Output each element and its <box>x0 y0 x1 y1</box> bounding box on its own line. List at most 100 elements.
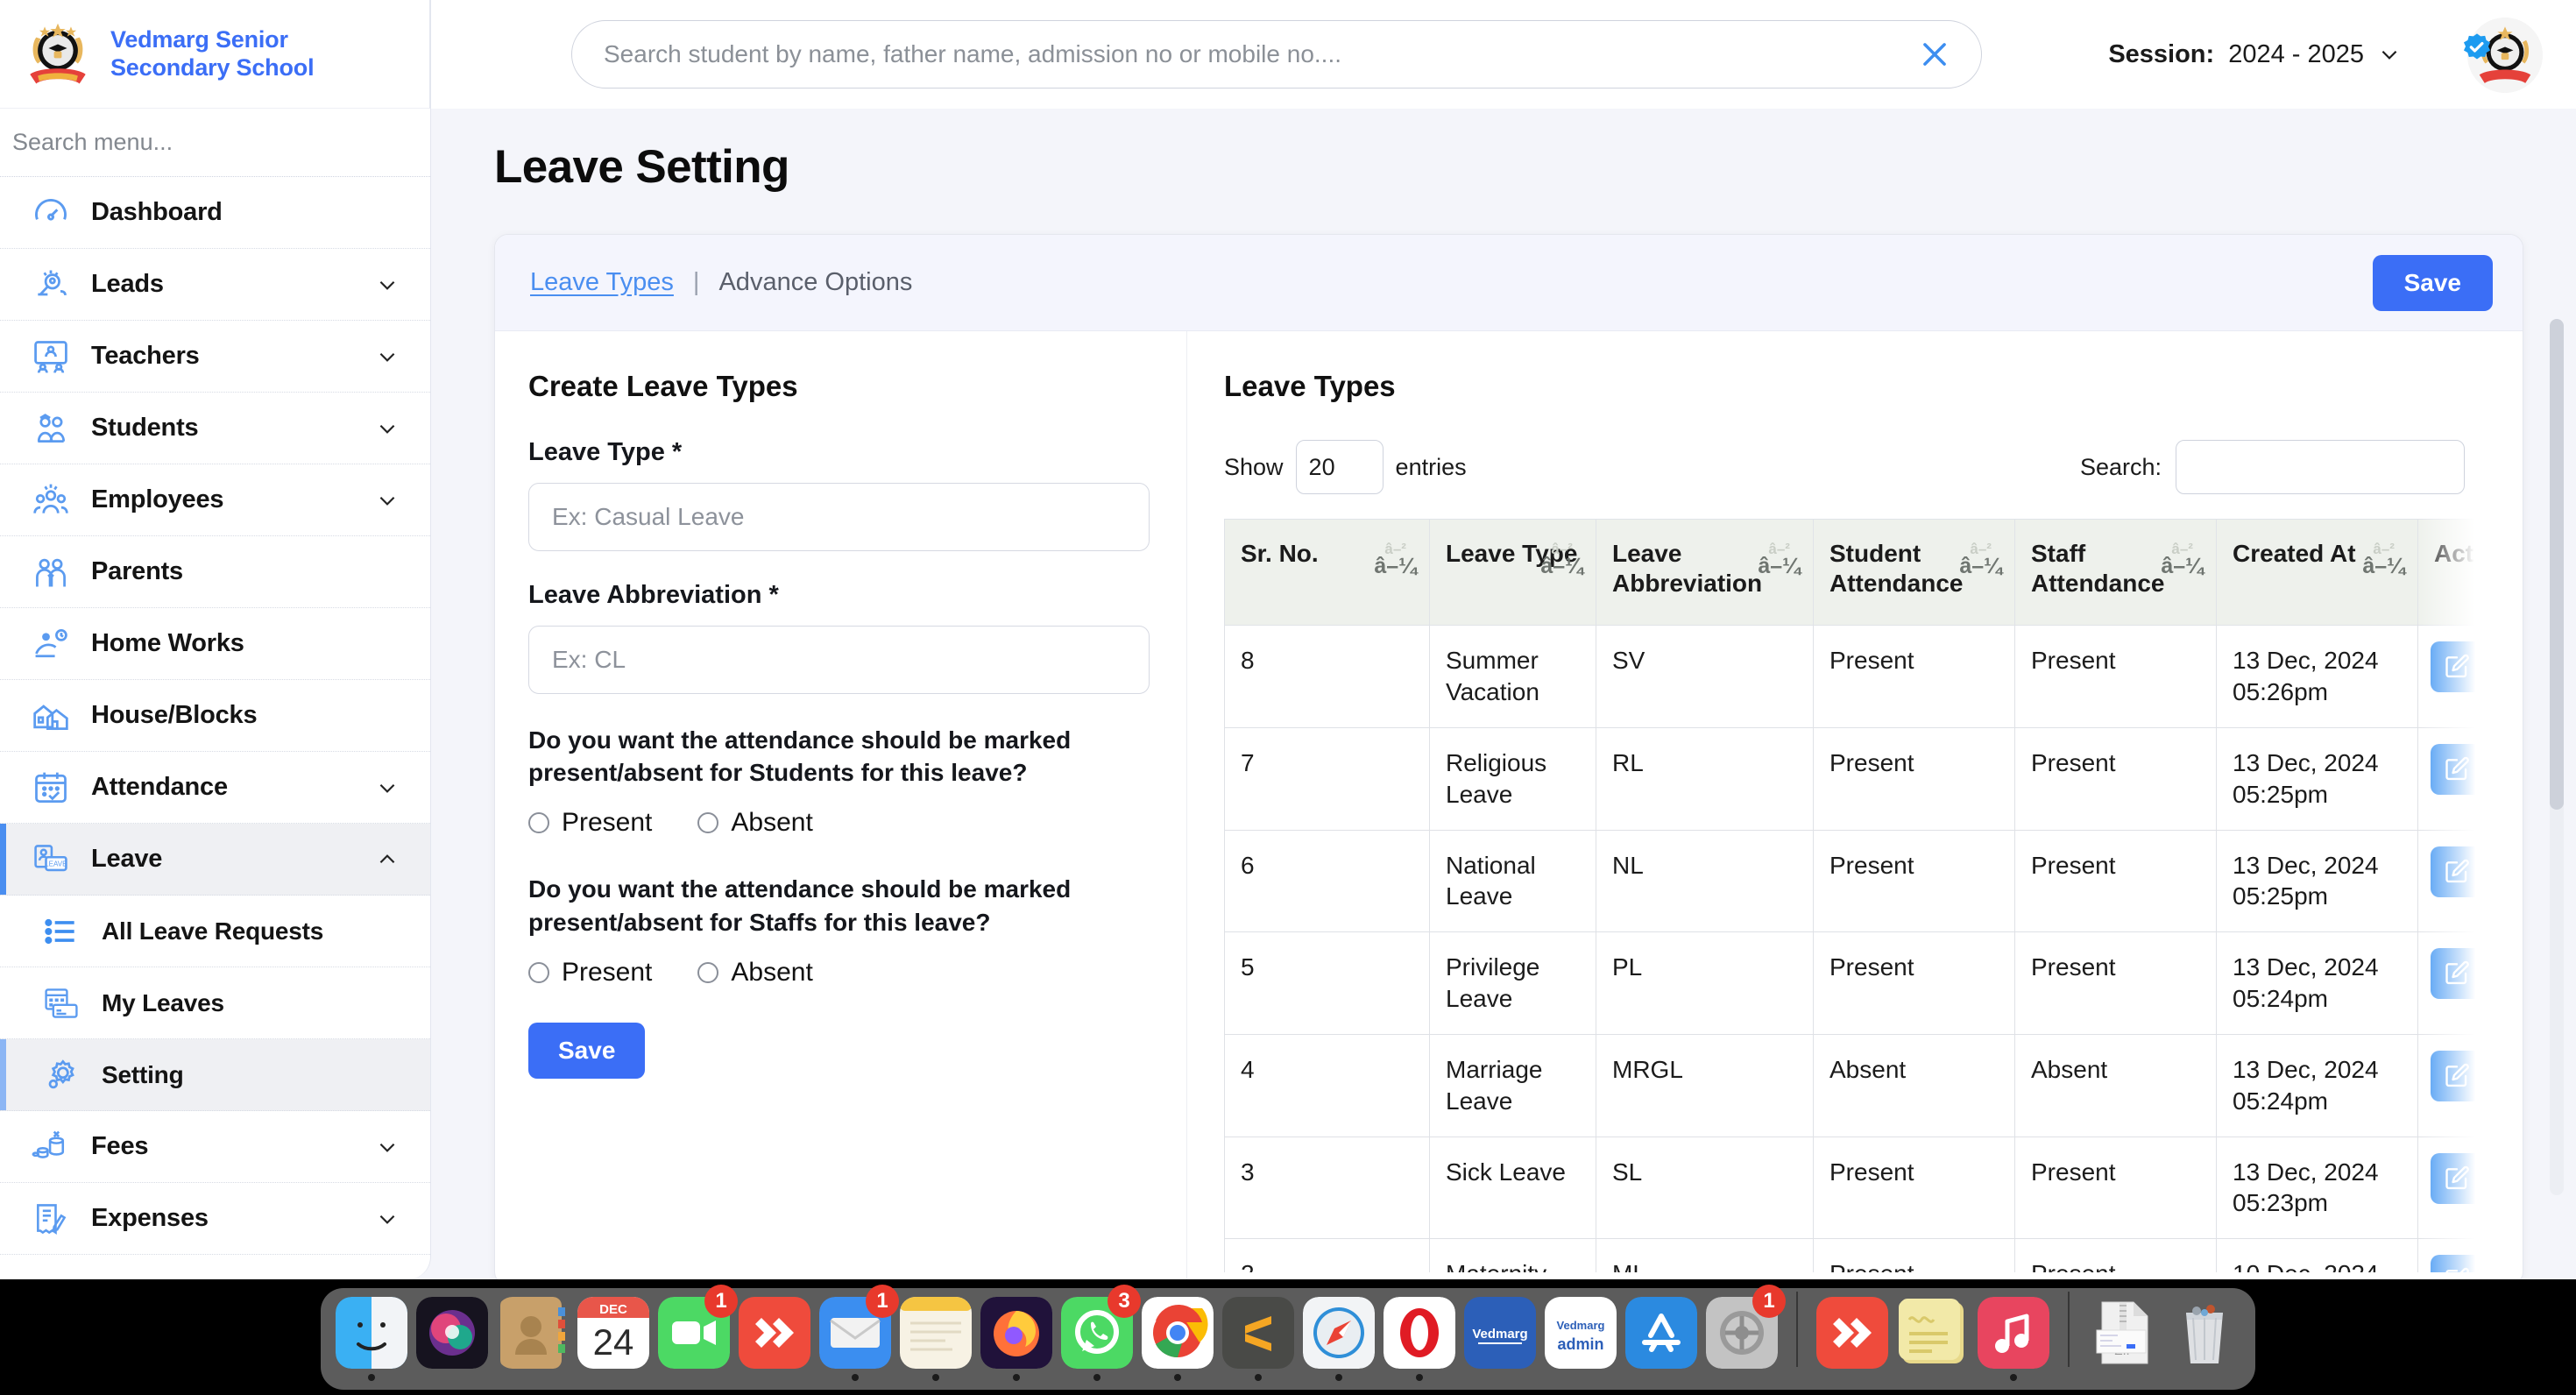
page-scrollbar[interactable] <box>2550 319 2564 1195</box>
column-header-created-at[interactable]: Created At â–² â–¼ <box>2217 520 2418 626</box>
chevron-down-icon[interactable] <box>376 1207 399 1230</box>
dock-item-music[interactable] <box>1977 1290 2050 1381</box>
dock-item-finder[interactable] <box>335 1290 408 1381</box>
leave-abbreviation-input[interactable] <box>528 626 1150 694</box>
sidebar-item-fees[interactable]: Fees <box>0 1111 430 1183</box>
column-header-leave-abbreviation[interactable]: Leave Abbreviation â–² â–¼ <box>1596 520 1814 626</box>
edit-pencil-icon[interactable] <box>2431 1255 2483 1272</box>
avatar[interactable] <box>2467 18 2543 93</box>
dock-item-facetime[interactable]: 1 <box>657 1290 731 1381</box>
sidebar-item-home-works[interactable]: Home Works <box>0 608 430 680</box>
trash-icon[interactable] <box>2499 1255 2523 1272</box>
table-row[interactable]: 8 Summer Vacation SV Present Present 13 … <box>1225 626 2523 728</box>
sort-indicator[interactable]: â–² â–¼ <box>1758 542 1801 577</box>
student-absent-radio[interactable]: Absent <box>697 808 812 838</box>
trash-icon[interactable] <box>2499 744 2523 795</box>
save-top-button[interactable]: Save <box>2373 255 2493 311</box>
column-header-staff-attendance[interactable]: Staff Attendance â–² â–¼ <box>2015 520 2217 626</box>
dock-item-whatsapp[interactable]: 3 <box>1060 1290 1134 1381</box>
dock-item-safari[interactable] <box>1302 1290 1376 1381</box>
sort-indicator[interactable]: â–² â–¼ <box>1374 542 1417 577</box>
chevron-up-icon[interactable] <box>376 848 399 871</box>
chevron-down-icon[interactable] <box>376 489 399 512</box>
dock-item-vedmarg[interactable]: Vedmarg <box>1463 1290 1537 1381</box>
trash-icon[interactable] <box>2499 948 2523 999</box>
dock-item-notes[interactable] <box>899 1290 973 1381</box>
dock-item-calendar[interactable]: DEC 24 <box>577 1290 650 1381</box>
trash-icon[interactable] <box>2499 641 2523 692</box>
sort-indicator[interactable]: â–² â–¼ <box>2161 542 2204 577</box>
dock-item-contacts[interactable] <box>496 1290 570 1381</box>
table-row[interactable]: 2 Maternity Leave ML Present Present 10 … <box>1225 1239 2523 1272</box>
save-button[interactable]: Save <box>528 1023 645 1079</box>
tab-advance-options[interactable]: Advance Options <box>718 268 912 297</box>
edit-pencil-icon[interactable] <box>2431 744 2483 795</box>
dock-item-trash[interactable] <box>2168 1290 2241 1381</box>
chevron-down-icon[interactable] <box>2378 43 2401 66</box>
chevron-down-icon[interactable] <box>376 1136 399 1158</box>
chevron-down-icon[interactable] <box>376 776 399 799</box>
sidebar-item-leads[interactable]: Leads <box>0 249 430 321</box>
sidebar-item-house-blocks[interactable]: House/Blocks <box>0 680 430 752</box>
chevron-down-icon[interactable] <box>376 345 399 368</box>
table-scroll-region[interactable]: Sr. No. â–² â–¼ Leave Type <box>1224 519 2523 1272</box>
global-search[interactable] <box>571 20 1982 89</box>
edit-pencil-icon[interactable] <box>2431 1051 2483 1101</box>
dock-item-vedmarg-admin[interactable]: Vedmarg admin <box>1544 1290 1617 1381</box>
table-row[interactable]: 7 Religious Leave RL Present Present 13 … <box>1225 727 2523 830</box>
column-header-sr-no[interactable]: Sr. No. â–² â–¼ <box>1225 520 1430 626</box>
session-selector[interactable]: Session: 2024 - 2025 <box>2108 0 2401 109</box>
student-present-radio[interactable]: Present <box>528 808 652 838</box>
trash-icon[interactable] <box>2499 1153 2523 1204</box>
leave-type-input[interactable] <box>528 483 1150 551</box>
dock-item-anydesk-2[interactable] <box>1815 1290 1889 1381</box>
sidebar-item-dashboard[interactable]: Dashboard <box>0 177 430 249</box>
dock-item-chrome[interactable] <box>1141 1290 1214 1381</box>
chevron-down-icon[interactable] <box>376 273 399 296</box>
sidebar-item-my-leaves[interactable]: My Leaves <box>0 967 430 1039</box>
menu-search-input[interactable] <box>12 129 421 156</box>
dock-item-sublime-text[interactable] <box>1221 1290 1295 1381</box>
brand-header[interactable]: Vedmarg Senior Secondary School <box>0 0 430 109</box>
trash-icon[interactable] <box>2499 1051 2523 1101</box>
sidebar-item-setting[interactable]: Setting <box>0 1039 430 1111</box>
sidebar-item-students[interactable]: Students <box>0 393 430 464</box>
dock-item-system-settings[interactable]: 1 <box>1705 1290 1779 1381</box>
entries-select[interactable] <box>1296 440 1384 494</box>
edit-pencil-icon[interactable] <box>2431 641 2483 692</box>
sidebar-item-teachers[interactable]: Teachers <box>0 321 430 393</box>
staff-absent-radio[interactable]: Absent <box>697 958 812 988</box>
close-x-icon[interactable] <box>1909 29 1960 80</box>
dock-item-stickies[interactable] <box>1896 1290 1970 1381</box>
sidebar-item-employees[interactable]: Employees <box>0 464 430 536</box>
table-row[interactable]: 5 Privilege Leave PL Present Present 13 … <box>1225 932 2523 1035</box>
table-row[interactable]: 4 Marriage Leave MRGL Absent Absent 13 D… <box>1225 1034 2523 1137</box>
dock-item-app-store[interactable] <box>1624 1290 1698 1381</box>
dock-item-mail[interactable]: 1 <box>818 1290 892 1381</box>
search-input[interactable] <box>604 40 1909 68</box>
dock-item-zip-file[interactable]: ZIP <box>2087 1290 2161 1381</box>
tab-leave-types[interactable]: Leave Types <box>530 268 674 297</box>
sidebar-search[interactable] <box>0 109 430 177</box>
sort-indicator[interactable]: â–² â–¼ <box>1959 542 2002 577</box>
table-search-input[interactable] <box>2176 440 2465 494</box>
dock-item-siri[interactable] <box>415 1290 489 1381</box>
table-row[interactable]: 6 National Leave NL Present Present 13 D… <box>1225 830 2523 932</box>
sort-indicator[interactable]: â–² â–¼ <box>2362 542 2405 577</box>
sidebar-item-parents[interactable]: Parents <box>0 536 430 608</box>
sidebar-item-all-leave-requests[interactable]: All Leave Requests <box>0 896 430 967</box>
dock-item-opera[interactable] <box>1383 1290 1456 1381</box>
trash-icon[interactable] <box>2499 846 2523 897</box>
table-row[interactable]: 3 Sick Leave SL Present Present 13 Dec, … <box>1225 1137 2523 1239</box>
edit-pencil-icon[interactable] <box>2431 948 2483 999</box>
sidebar-item-leave[interactable]: LEAVE Leave <box>0 824 430 896</box>
sidebar-item-expenses[interactable]: Expenses <box>0 1183 430 1255</box>
edit-pencil-icon[interactable] <box>2431 1153 2483 1204</box>
sort-indicator[interactable]: â–² â–¼ <box>1540 542 1583 577</box>
chevron-down-icon[interactable] <box>376 417 399 440</box>
sidebar-item-attendance[interactable]: Attendance <box>0 752 430 824</box>
staff-present-radio[interactable]: Present <box>528 958 652 988</box>
column-header-student-attendance[interactable]: Student Attendance â–² â–¼ <box>1814 520 2015 626</box>
dock-item-anydesk[interactable] <box>738 1290 811 1381</box>
column-header-leave-type[interactable]: Leave Type â–² â–¼ <box>1430 520 1596 626</box>
